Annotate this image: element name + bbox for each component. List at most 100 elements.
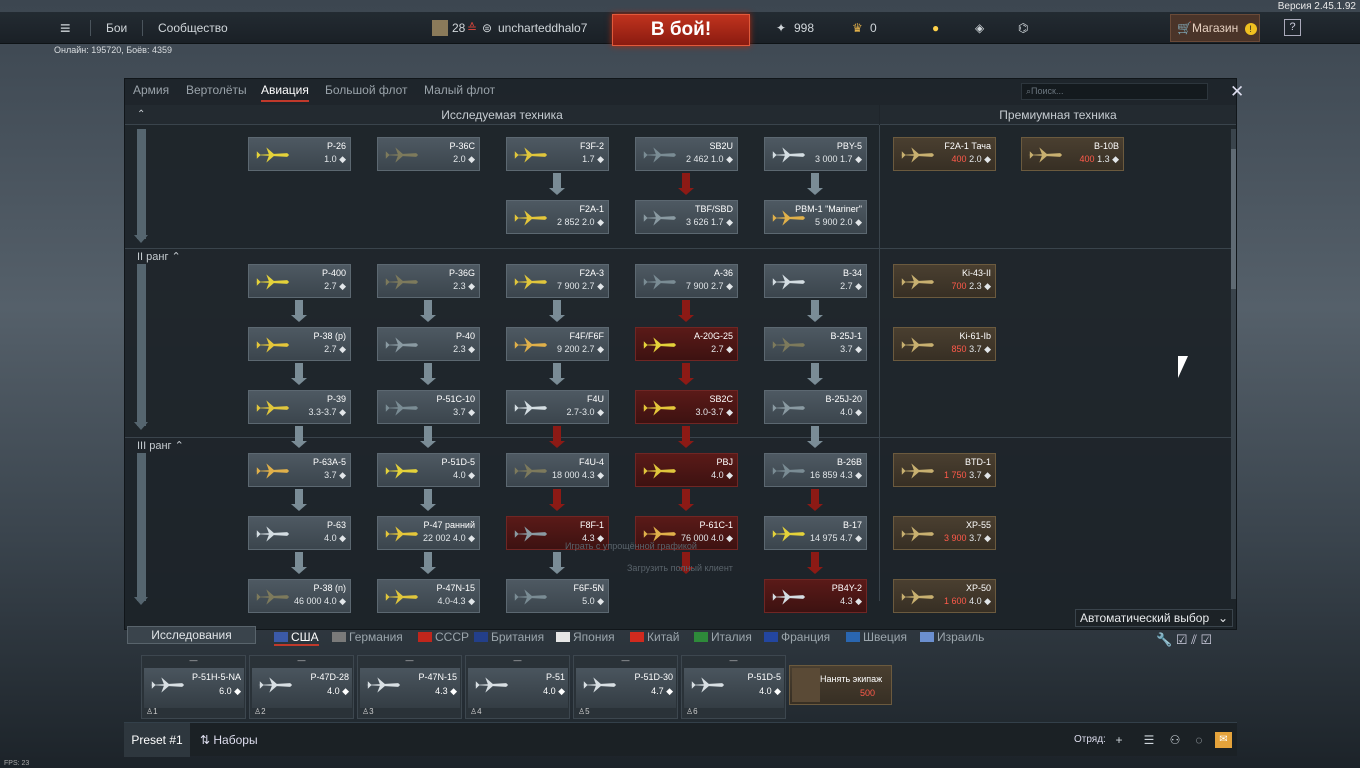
- tab-bluewater-fleet[interactable]: Большой флот: [325, 83, 408, 97]
- vehicle-card[interactable]: B-26B 16 859 4.3 ◆: [764, 453, 867, 487]
- close-icon[interactable]: ✕: [1230, 82, 1244, 102]
- premium-vehicle-card[interactable]: BTD-1 1 750 3.7 ◆: [893, 453, 996, 487]
- vehicle-card[interactable]: PBY-5 3 000 1.7 ◆: [764, 137, 867, 171]
- vehicle-card[interactable]: PBM-1 "Mariner" 5 900 2.0 ◆: [764, 200, 867, 234]
- vehicle-card[interactable]: P-39 3.3-3.7 ◆: [248, 390, 351, 424]
- vehicle-name: P-63A-5: [312, 457, 346, 467]
- vehicle-card[interactable]: P-38 (p) 2.7 ◆: [248, 327, 351, 361]
- username[interactable]: uncharteddhalo7: [498, 12, 587, 44]
- vehicle-card[interactable]: F6F-5N 5.0 ◆: [506, 579, 609, 613]
- checkbox-icon[interactable]: ☑: [1176, 632, 1188, 647]
- sort-icon: ⇅: [200, 733, 214, 747]
- crew-slot[interactable]: — P-47N-15 4.3 ◆ ♙3: [357, 655, 462, 719]
- nation-label: Франция: [781, 630, 831, 644]
- nation-tab[interactable]: США: [274, 630, 319, 646]
- nation-tab[interactable]: Германия: [332, 630, 403, 644]
- rank-ii-label[interactable]: II ранг ⌃: [137, 250, 181, 263]
- premium-vehicle-card[interactable]: Ki-61-Ib 850 3.7 ◆: [893, 327, 996, 361]
- vehicle-card[interactable]: A-36 7 900 2.7 ◆: [635, 264, 738, 298]
- nation-tab[interactable]: Швеция: [846, 630, 907, 644]
- golden-eagles[interactable]: 0: [870, 12, 877, 44]
- vehicle-card[interactable]: B-34 2.7 ◆: [764, 264, 867, 298]
- crew-slot[interactable]: — P-51H-5-NA 6.0 ◆ ♙1: [141, 655, 246, 719]
- research-button[interactable]: Исследования: [127, 626, 256, 644]
- vehicle-card[interactable]: B-25J-1 3.7 ◆: [764, 327, 867, 361]
- vehicle-card[interactable]: P-36C 2.0 ◆: [377, 137, 480, 171]
- nation-tab[interactable]: Китай: [630, 630, 679, 644]
- hire-crew-button[interactable]: Нанять экипаж 500: [789, 665, 892, 705]
- vehicle-card[interactable]: P-51D-5 4.0 ◆: [377, 453, 480, 487]
- nation-tab[interactable]: Италия: [694, 630, 752, 644]
- premium-vehicle-card[interactable]: B-10B 400 1.3 ◆: [1021, 137, 1124, 171]
- chat-icon[interactable]: ◌: [1192, 733, 1206, 747]
- tab-aviation[interactable]: Авиация: [261, 83, 309, 102]
- vehicle-card[interactable]: P-63A-5 3.7 ◆: [248, 453, 351, 487]
- vehicle-card[interactable]: B-17 14 975 4.7 ◆: [764, 516, 867, 550]
- vehicle-card[interactable]: TBF/SBD 3 626 1.7 ◆: [635, 200, 738, 234]
- preset-button[interactable]: Preset #1: [124, 723, 190, 757]
- menu-icon[interactable]: ≡: [60, 12, 71, 44]
- plus-icon[interactable]: +: [1112, 733, 1126, 747]
- search-input[interactable]: ⌕Поиск...: [1021, 83, 1208, 100]
- crew-slot[interactable]: — P-51D-30 4.7 ◆ ♙5: [573, 655, 678, 719]
- vehicle-card[interactable]: P-40 2.3 ◆: [377, 327, 480, 361]
- vehicle-card[interactable]: F4U-4 18 000 4.3 ◆: [506, 453, 609, 487]
- shop-button[interactable]: 🛒Магазин !: [1170, 14, 1260, 42]
- vehicle-card[interactable]: P-26 1.0 ◆: [248, 137, 351, 171]
- vehicle-card[interactable]: PBJ 4.0 ◆: [635, 453, 738, 487]
- contacts-icon[interactable]: ⚇: [1168, 733, 1182, 747]
- vehicle-card[interactable]: P-63 4.0 ◆: [248, 516, 351, 550]
- nation-tab[interactable]: Британия: [474, 630, 544, 644]
- filter-icon[interactable]: ⫽: [1191, 632, 1197, 647]
- vehicle-card[interactable]: P-36G 2.3 ◆: [377, 264, 480, 298]
- vehicle-card[interactable]: F2A-1 2 852 2.0 ◆: [506, 200, 609, 234]
- avatar[interactable]: [432, 20, 448, 36]
- vehicle-card[interactable]: SB2C 3.0-3.7 ◆: [635, 390, 738, 424]
- crew-slot[interactable]: — P-47D-28 4.0 ◆ ♙2: [249, 655, 354, 719]
- scrollbar-thumb[interactable]: [1231, 149, 1236, 289]
- checkbox-icon[interactable]: ☑: [1201, 632, 1213, 647]
- coupon-icon[interactable]: ⌬: [1018, 12, 1028, 44]
- wrench-icon[interactable]: 🔧: [1156, 632, 1172, 647]
- vehicle-card[interactable]: SB2U 2 462 1.0 ◆: [635, 137, 738, 171]
- nation-tab[interactable]: СССР: [418, 630, 469, 644]
- vehicle-card[interactable]: P-47 ранний 22 002 4.0 ◆: [377, 516, 480, 550]
- badge-icon[interactable]: ◈: [975, 12, 984, 44]
- rank-iii-label[interactable]: III ранг ⌃: [137, 439, 184, 452]
- nation-tab[interactable]: Израиль: [920, 630, 984, 644]
- list-icon[interactable]: ☰: [1142, 733, 1156, 747]
- crew-vehicle-name: P-47N-15: [418, 672, 457, 682]
- vehicle-card[interactable]: F2A-3 7 900 2.7 ◆: [506, 264, 609, 298]
- community-menu[interactable]: Сообщество: [158, 12, 228, 44]
- lightbulb-icon[interactable]: ●: [932, 12, 939, 44]
- vehicle-card[interactable]: B-25J-20 4.0 ◆: [764, 390, 867, 424]
- vehicle-card[interactable]: F4U 2.7-3.0 ◆: [506, 390, 609, 424]
- help-button[interactable]: ?: [1284, 19, 1301, 36]
- tab-army[interactable]: Армия: [133, 83, 169, 97]
- vehicle-card[interactable]: P-38 (n) 46 000 4.0 ◆: [248, 579, 351, 613]
- crew-slot[interactable]: — P-51D-5 4.0 ◆ ♙6: [681, 655, 786, 719]
- to-battle-button[interactable]: В бой!: [612, 14, 750, 46]
- tab-helicopters[interactable]: Вертолёты: [186, 83, 247, 97]
- auto-select-dropdown[interactable]: Автоматический выбор ⌄: [1075, 609, 1233, 627]
- tab-coastal-fleet[interactable]: Малый флот: [424, 83, 495, 97]
- vehicle-card[interactable]: A-20G-25 2.7 ◆: [635, 327, 738, 361]
- battles-menu[interactable]: Бои: [106, 12, 127, 44]
- sets-button[interactable]: ⇅ Наборы: [200, 723, 258, 757]
- nation-tab[interactable]: Франция: [764, 630, 830, 644]
- premium-vehicle-card[interactable]: XP-55 3 900 3.7 ◆: [893, 516, 996, 550]
- premium-vehicle-card[interactable]: XP-50 1 600 4.0 ◆: [893, 579, 996, 613]
- crew-slot[interactable]: — P-51 4.0 ◆ ♙4: [465, 655, 570, 719]
- nation-tab[interactable]: Япония: [556, 630, 615, 644]
- vehicle-card[interactable]: F4F/F6F 9 200 2.7 ◆: [506, 327, 609, 361]
- mail-icon[interactable]: ✉: [1215, 732, 1232, 748]
- collapse-icon[interactable]: ⌃: [137, 105, 145, 125]
- vehicle-card[interactable]: P-51C-10 3.7 ◆: [377, 390, 480, 424]
- premium-vehicle-card[interactable]: Ki-43-II 700 2.3 ◆: [893, 264, 996, 298]
- vehicle-card[interactable]: PB4Y-2 4.3 ◆: [764, 579, 867, 613]
- vehicle-card[interactable]: P-400 2.7 ◆: [248, 264, 351, 298]
- vehicle-card[interactable]: P-47N-15 4.0-4.3 ◆: [377, 579, 480, 613]
- premium-vehicle-card[interactable]: F2A-1 Тача 400 2.0 ◆: [893, 137, 996, 171]
- vehicle-card[interactable]: F3F-2 1.7 ◆: [506, 137, 609, 171]
- silver-lions[interactable]: 998: [794, 12, 814, 44]
